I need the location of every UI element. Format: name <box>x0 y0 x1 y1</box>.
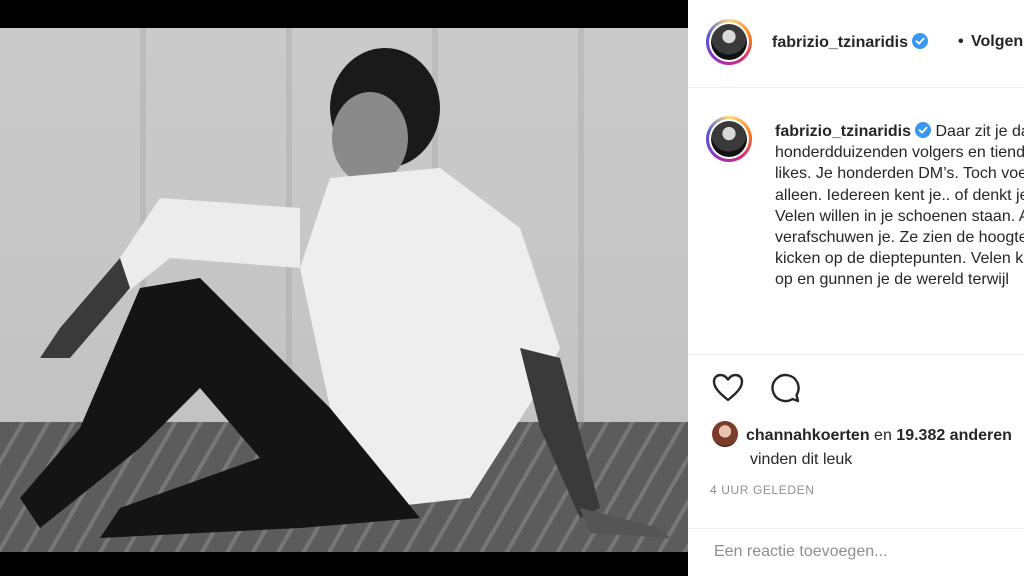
caption-avatar-image <box>711 121 747 157</box>
verified-badge-icon <box>915 122 932 138</box>
comment-input[interactable] <box>712 537 1006 567</box>
header-separator: • <box>958 33 964 50</box>
caption-username[interactable]: fabrizio_tzinaridis <box>775 122 932 140</box>
likes-summary: channahkoerten en 19.382 anderen <box>712 421 1012 447</box>
caption-username-text[interactable]: fabrizio_tzinaridis <box>775 123 911 140</box>
post-image-pane <box>0 0 688 576</box>
comment-box <box>688 528 1024 576</box>
liker-avatar[interactable] <box>712 421 738 447</box>
likes-connector: en <box>874 427 892 444</box>
header-username[interactable]: fabrizio_tzinaridis <box>772 33 929 52</box>
caption-body: Daar zit je dan, met je honderdduizenden… <box>775 123 1024 289</box>
post-timestamp[interactable]: 4 UUR GELEDEN <box>710 483 815 497</box>
heart-icon[interactable] <box>712 373 744 403</box>
likes-count[interactable]: 19.382 anderen <box>896 427 1012 444</box>
header-username-text[interactable]: fabrizio_tzinaridis <box>772 34 908 51</box>
caption-avatar[interactable] <box>706 116 752 162</box>
post-photo[interactable] <box>0 28 688 552</box>
avatar-image <box>711 24 747 60</box>
post-actions: channahkoerten en 19.382 anderen vinden … <box>688 354 1024 528</box>
likes-suffix: vinden dit leuk <box>750 451 853 468</box>
photo-figure <box>20 48 670 538</box>
verified-badge-icon <box>912 33 929 49</box>
follow-button[interactable]: Volgen <box>971 33 1023 51</box>
caption-text: fabrizio_tzinaridis Daar zit je dan, met… <box>775 121 1024 291</box>
liker-username[interactable]: channahkoerten <box>746 427 870 444</box>
comment-icon[interactable] <box>770 373 800 403</box>
avatar[interactable] <box>706 19 752 65</box>
post-side-panel: fabrizio_tzinaridis • Volgen fabrizio_tz… <box>688 0 1024 576</box>
caption-area: fabrizio_tzinaridis Daar zit je dan, met… <box>688 88 1024 354</box>
post-header: fabrizio_tzinaridis • Volgen <box>688 0 1024 88</box>
